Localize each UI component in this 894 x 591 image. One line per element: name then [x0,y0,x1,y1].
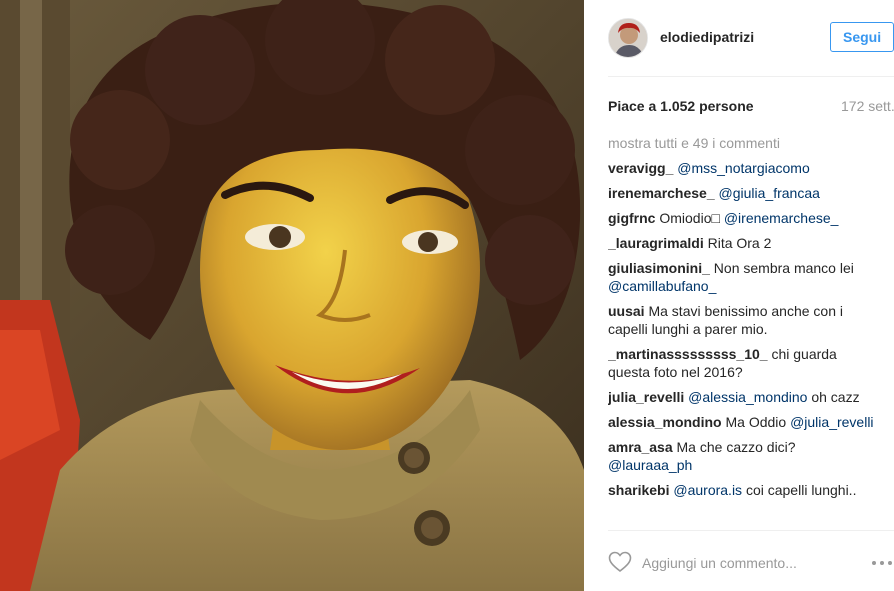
comments-list[interactable]: mostra tutti e 49 i commenti veravigg_ @… [608,134,878,527]
comment-mention-link[interactable]: @lauraaa_ph [608,457,692,473]
post-time[interactable]: 172 sett. [841,98,894,114]
comment-mention-link[interactable]: @giulia_francaa [719,185,820,201]
comment-mention-link[interactable]: @camillabufano_ [608,278,716,294]
comment-item: gigfrnc Omiodio□ @irenemarchese_ [608,209,878,227]
comment-username[interactable]: irenemarchese_ [608,185,715,201]
comment-text: Omiodio□ [659,210,724,226]
comment-item: veravigg_ @mss_notargiacomo [608,159,878,177]
comment-item: _martinasssssssss_10_ chi guarda questa … [608,345,878,381]
comment-username[interactable]: amra_asa [608,439,673,455]
more-options-icon[interactable] [870,553,894,573]
comment-text: Rita Ora 2 [707,235,772,251]
avatar[interactable] [608,18,648,58]
comment-username[interactable]: veravigg_ [608,160,673,176]
avatar-image [609,19,647,57]
comment-item: alessia_mondino Ma Oddio @julia_revelli [608,413,878,431]
follow-button[interactable]: Segui [830,22,894,52]
comment-footer [608,530,894,591]
comment-text: oh cazz [807,389,860,405]
comment-item: amra_asa Ma che cazzo dici? @lauraaa_ph [608,438,878,474]
comment-username[interactable]: sharikebi [608,482,669,498]
comment-item: _lauragrimaldi Rita Ora 2 [608,234,878,252]
comment-mention-link[interactable]: @alessia_mondino [688,389,807,405]
comment-username[interactable]: julia_revelli [608,389,684,405]
heart-outline-icon[interactable] [608,551,632,573]
comment-mention-link[interactable]: @aurora.is [673,482,742,498]
comment-username[interactable]: _martinasssssssss_10_ [608,346,768,362]
comment-item: uusai Ma stavi benissimo anche con i cap… [608,302,878,338]
comment-mention-link[interactable]: @irenemarchese_ [724,210,839,226]
comment-username[interactable]: uusai [608,303,645,319]
post-side-panel: elodiedipatrizi Segui Piace a 1.052 pers… [584,0,894,591]
comment-item: julia_revelli @alessia_mondino oh cazz [608,388,878,406]
comment-username[interactable]: _lauragrimaldi [608,235,704,251]
comment-input[interactable] [642,551,862,575]
likes-count[interactable]: Piace a 1.052 persone [608,98,754,114]
comment-item: sharikebi @aurora.is coi capelli lunghi.… [608,481,878,499]
post-username[interactable]: elodiedipatrizi [660,29,754,45]
comment-text: Non sembra manco lei [713,260,854,276]
comment-username[interactable]: alessia_mondino [608,414,722,430]
comment-username[interactable]: gigfrnc [608,210,655,226]
comment-item: giuliasimonini_ Non sembra manco lei @ca… [608,259,878,295]
comment-container: veravigg_ @mss_notargiacomo irenemarchese… [608,159,878,499]
post-header: elodiedipatrizi Segui [608,0,894,77]
comment-text: coi capelli lunghi.. [742,482,857,498]
selfie-image [0,0,584,591]
show-all-comments-link[interactable]: mostra tutti e 49 i commenti [608,134,878,152]
comment-mention-link[interactable]: @mss_notargiacomo [677,160,810,176]
comment-text: Ma Oddio [725,414,791,430]
comment-mention-link[interactable]: @julia_revelli [790,414,873,430]
likes-row: Piace a 1.052 persone 172 sett. [608,98,894,118]
comment-item: irenemarchese_ @giulia_francaa [608,184,878,202]
post-photo[interactable] [0,0,584,591]
comment-text: Ma che cazzo dici? [676,439,796,455]
comment-username[interactable]: giuliasimonini_ [608,260,710,276]
